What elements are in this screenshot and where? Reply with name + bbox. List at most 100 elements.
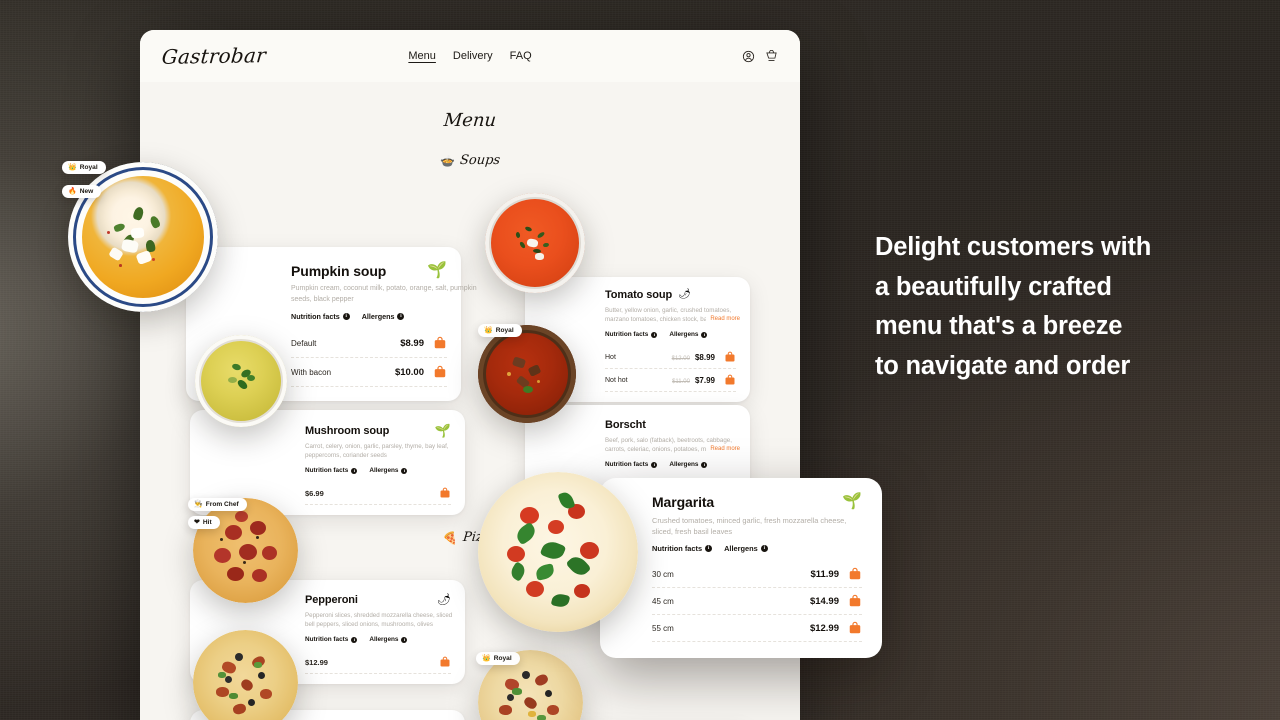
nutrition-facts-button[interactable]: Nutrition facts i xyxy=(605,331,658,338)
price-row[interactable]: With bacon $10.00 xyxy=(291,358,447,387)
facts-row: Nutrition facts i Allergens i xyxy=(605,461,736,468)
price-option-label: 45 cm xyxy=(652,596,674,606)
heart-icon: ❤ xyxy=(194,519,200,526)
info-icon[interactable]: i xyxy=(397,313,405,320)
section-label-soups: Soups xyxy=(459,153,501,168)
price-current: $10.00 xyxy=(394,366,424,378)
dish-description: Butter, yellow onion, garlic, crushed to… xyxy=(605,306,740,324)
facts-row: Nutrition facts i Allergens i xyxy=(305,467,451,474)
price-row[interactable]: $12.99 xyxy=(305,651,451,674)
price-option-label: Not hot xyxy=(605,376,628,384)
price-row[interactable]: Not hot $11.00 $7.99 xyxy=(605,369,736,392)
account-icon[interactable] xyxy=(742,50,755,63)
promo-line-4: to navigate and order xyxy=(875,351,1131,380)
price-row[interactable]: 55 cm $12.99 xyxy=(652,615,862,642)
badge-royal-borscht: 👑 Royal xyxy=(478,324,522,337)
section-header-soups: 🍲 Soups xyxy=(140,153,800,168)
page-title: Menu xyxy=(442,110,498,131)
info-icon[interactable]: i xyxy=(651,461,658,468)
price-row[interactable]: $6.99 xyxy=(305,482,451,505)
badge-label: From Chef xyxy=(205,501,239,508)
add-to-cart-icon[interactable] xyxy=(848,621,862,635)
info-icon[interactable]: i xyxy=(401,467,408,474)
info-icon[interactable]: i xyxy=(701,461,708,468)
nutrition-facts-label: Nutrition facts xyxy=(305,636,349,643)
nutrition-facts-button[interactable]: Nutrition facts i xyxy=(305,467,358,474)
dish-photo-pepperoni xyxy=(193,498,298,603)
nutrition-facts-label: Nutrition facts xyxy=(291,312,340,321)
info-icon[interactable]: i xyxy=(342,313,350,320)
facts-row: Nutrition facts i Allergens i xyxy=(305,636,451,643)
price-values: $8.99 xyxy=(400,338,424,349)
add-to-cart-icon[interactable] xyxy=(433,336,447,350)
allergens-button[interactable]: Allergens i xyxy=(669,331,708,338)
brand-logo[interactable]: Gastrobar xyxy=(161,43,267,69)
price-row[interactable]: 45 cm $14.99 xyxy=(652,588,862,615)
price-list: Hot $12.00 $8.99 Not hot $11.00 $7.99 xyxy=(605,346,736,392)
crown-icon: 👑 xyxy=(484,327,493,334)
cart-icon[interactable] xyxy=(765,49,778,63)
facts-row: Nutrition facts i Allergens i xyxy=(652,544,862,553)
dish-description: Crushed tomatoes, minced garlic, fresh m… xyxy=(652,516,847,536)
crown-icon: 👑 xyxy=(68,164,77,171)
add-to-cart-icon[interactable] xyxy=(439,487,451,499)
allergens-label: Allergens xyxy=(369,467,399,474)
soup-emoji-icon: 🍲 xyxy=(439,153,455,168)
price-current: $11.99 xyxy=(810,568,839,580)
badge-royal-pumpkin: 👑 Royal xyxy=(62,161,106,174)
info-icon[interactable]: i xyxy=(401,636,408,643)
info-icon[interactable]: i xyxy=(651,331,658,338)
price-row[interactable]: Default $8.99 xyxy=(291,329,447,358)
read-more-link[interactable]: Read more xyxy=(706,445,740,454)
dish-description: Beef, pork, salo (fatback), beetroots, c… xyxy=(605,436,740,454)
price-row[interactable]: Hot $12.00 $8.99 xyxy=(605,346,736,369)
add-to-cart-icon[interactable] xyxy=(724,351,736,363)
price-row[interactable]: 30 cm $11.99 xyxy=(652,561,862,588)
nutrition-facts-label: Nutrition facts xyxy=(305,467,349,474)
dish-header: Pumpkin soup 🌱 xyxy=(291,263,447,280)
nav-item-delivery[interactable]: Delivery xyxy=(453,50,493,62)
badge-label: Royal xyxy=(493,655,512,662)
allergens-button[interactable]: Allergens i xyxy=(369,636,408,643)
info-icon[interactable]: i xyxy=(705,545,713,552)
price-original: $11.00 xyxy=(672,378,690,385)
dish-title: Mushroom soup xyxy=(305,424,390,437)
nutrition-facts-button[interactable]: Nutrition facts i xyxy=(652,544,713,553)
badge-new-pumpkin: 🔥 New xyxy=(62,185,102,198)
allergens-button[interactable]: Allergens i xyxy=(369,467,408,474)
badge-label: Hit xyxy=(202,519,212,526)
pizza-emoji-icon: 🍕 xyxy=(442,530,458,545)
add-to-cart-icon[interactable] xyxy=(848,567,862,581)
price-option-label: Default xyxy=(291,338,317,348)
price-values: $12.99 xyxy=(810,623,839,634)
site-header: Gastrobar Menu Delivery FAQ xyxy=(140,30,800,82)
add-to-cart-icon[interactable] xyxy=(724,374,736,386)
promo-line-3: menu that's a breeze xyxy=(875,312,1123,340)
info-icon[interactable]: i xyxy=(351,467,358,474)
nutrition-facts-button[interactable]: Nutrition facts i xyxy=(305,636,358,643)
read-more-link[interactable]: Read more xyxy=(706,315,740,324)
price-current: $8.99 xyxy=(400,337,424,349)
add-to-cart-icon[interactable] xyxy=(433,365,447,379)
add-to-cart-icon[interactable] xyxy=(439,656,451,668)
allergens-button[interactable]: Allergens i xyxy=(669,461,708,468)
price-list: $6.99 xyxy=(305,482,451,505)
nutrition-facts-button[interactable]: Nutrition facts i xyxy=(605,461,658,468)
allergens-button[interactable]: Allergens i xyxy=(362,312,405,321)
nutrition-facts-label: Nutrition facts xyxy=(652,544,703,553)
nav-item-menu[interactable]: Menu xyxy=(408,50,436,62)
add-to-cart-icon[interactable] xyxy=(848,594,862,608)
nutrition-facts-button[interactable]: Nutrition facts i xyxy=(291,312,350,321)
info-icon[interactable]: i xyxy=(351,636,358,643)
dish-header: Pepperoni 🌶 xyxy=(305,594,451,606)
price-list: $12.99 xyxy=(305,651,451,674)
allergens-button[interactable]: Allergens i xyxy=(724,544,768,553)
price-original: $12.00 xyxy=(671,355,690,362)
badge-label: New xyxy=(79,188,94,195)
nav-item-faq[interactable]: FAQ xyxy=(510,50,532,62)
dish-card-margarita[interactable]: Margarita 🌱 Crushed tomatoes, minced gar… xyxy=(600,478,882,658)
price-values: $11.99 xyxy=(810,569,839,580)
info-icon[interactable]: i xyxy=(701,331,708,338)
info-icon[interactable]: i xyxy=(760,545,768,552)
price-values: $12.00 $8.99 xyxy=(672,353,715,362)
